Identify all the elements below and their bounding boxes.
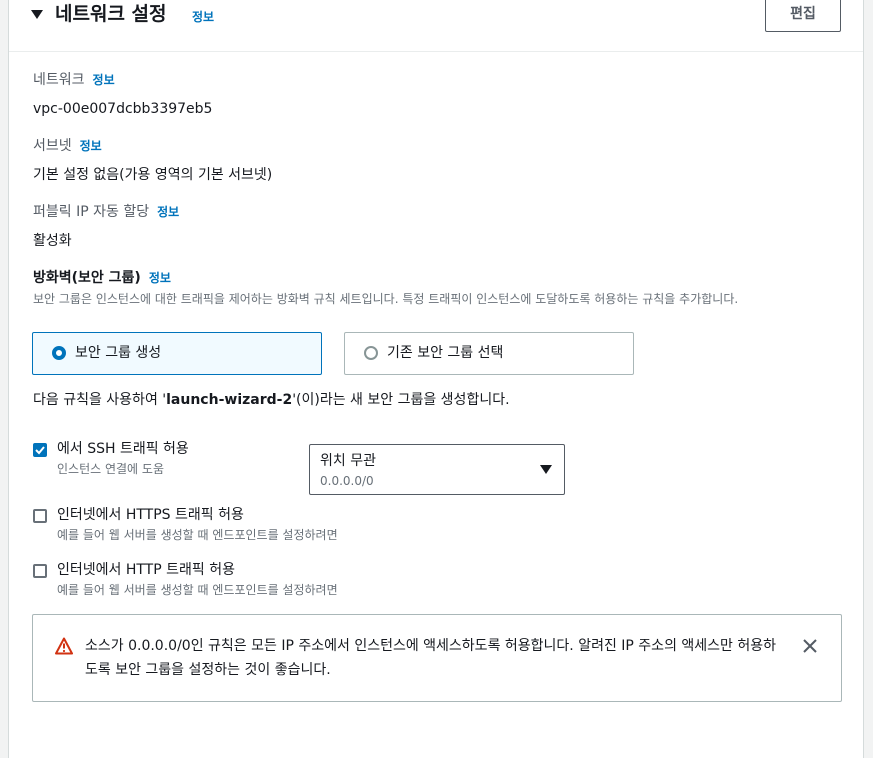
https-rule-label: 인터넷에서 HTTPS 트래픽 허용 bbox=[57, 507, 244, 523]
http-rule-sub: 예를 들어 웹 서버를 생성할 때 엔드포인트를 설정하려면 bbox=[57, 583, 338, 597]
firewall-label: 방화벽(보안 그룹) 정보 bbox=[33, 270, 171, 286]
warning-alert: 소스가 0.0.0.0/0인 규칙은 모든 IP 주소에서 인스턴스에 액세스하… bbox=[32, 614, 842, 702]
ssh-source-value: 위치 무관 bbox=[320, 453, 376, 469]
firewall-info-link[interactable]: 정보 bbox=[149, 271, 171, 285]
warning-icon bbox=[55, 637, 73, 655]
select-existing-security-group-option[interactable]: 기존 보안 그룹 선택 bbox=[344, 332, 634, 375]
http-rule-label: 인터넷에서 HTTP 트래픽 허용 bbox=[57, 562, 235, 578]
ssh-source-cidr: 0.0.0.0/0 bbox=[320, 474, 374, 488]
new-security-group-sentence: 다음 규칙을 사용하여 'launch-wizard-2'(이)라는 새 보안 … bbox=[33, 392, 510, 408]
network-info-link[interactable]: 정보 bbox=[93, 73, 115, 87]
create-security-group-option[interactable]: 보안 그룹 생성 bbox=[32, 332, 322, 375]
ssh-checkbox[interactable] bbox=[33, 443, 47, 457]
create-security-group-label: 보안 그룹 생성 bbox=[75, 345, 162, 361]
network-label: 네트워크 정보 bbox=[33, 72, 115, 88]
subnet-value: 기본 설정 없음(가용 영역의 기본 서브넷) bbox=[33, 167, 273, 183]
http-checkbox[interactable] bbox=[33, 564, 47, 578]
header-divider bbox=[9, 51, 863, 52]
ssh-rule-label: 에서 SSH 트래픽 허용 bbox=[57, 441, 189, 457]
firewall-description: 보안 그룹은 인스턴스에 대한 트래픽을 제어하는 방화벽 규칙 세트입니다. … bbox=[33, 292, 739, 306]
dropdown-caret-icon[interactable] bbox=[540, 465, 552, 474]
checkmark-icon bbox=[35, 446, 45, 455]
network-settings-panel: 네트워크 설정 정보 편집 네트워크 정보 vpc-00e007dcbb3397e… bbox=[8, 0, 864, 758]
public-ip-label: 퍼블릭 IP 자동 할당 정보 bbox=[33, 204, 180, 220]
network-value: vpc-00e007dcbb3397eb5 bbox=[33, 101, 213, 117]
https-rule-sub: 예를 들어 웹 서버를 생성할 때 엔드포인트를 설정하려면 bbox=[57, 528, 338, 542]
radio-selected-icon[interactable] bbox=[52, 346, 66, 360]
https-checkbox[interactable] bbox=[33, 509, 47, 523]
security-group-name: launch-wizard-2 bbox=[166, 392, 293, 408]
public-ip-info-link[interactable]: 정보 bbox=[157, 205, 179, 219]
public-ip-value: 활성화 bbox=[33, 233, 72, 249]
ssh-rule-sub: 인스턴스 연결에 도움 bbox=[57, 462, 164, 476]
collapse-caret-icon[interactable] bbox=[31, 10, 43, 19]
section-title: 네트워크 설정 bbox=[55, 3, 167, 25]
section-info-link[interactable]: 정보 bbox=[192, 8, 214, 25]
ssh-source-select[interactable]: 위치 무관 0.0.0.0/0 bbox=[309, 444, 565, 495]
subnet-info-link[interactable]: 정보 bbox=[80, 139, 102, 153]
subnet-label: 서브넷 정보 bbox=[33, 138, 102, 154]
select-existing-security-group-label: 기존 보안 그룹 선택 bbox=[387, 345, 504, 361]
radio-unselected-icon[interactable] bbox=[364, 346, 378, 360]
edit-button[interactable]: 편집 bbox=[765, 0, 841, 32]
close-icon[interactable] bbox=[802, 638, 818, 654]
warning-text: 소스가 0.0.0.0/0인 규칙은 모든 IP 주소에서 인스턴스에 액세스하… bbox=[85, 638, 777, 678]
